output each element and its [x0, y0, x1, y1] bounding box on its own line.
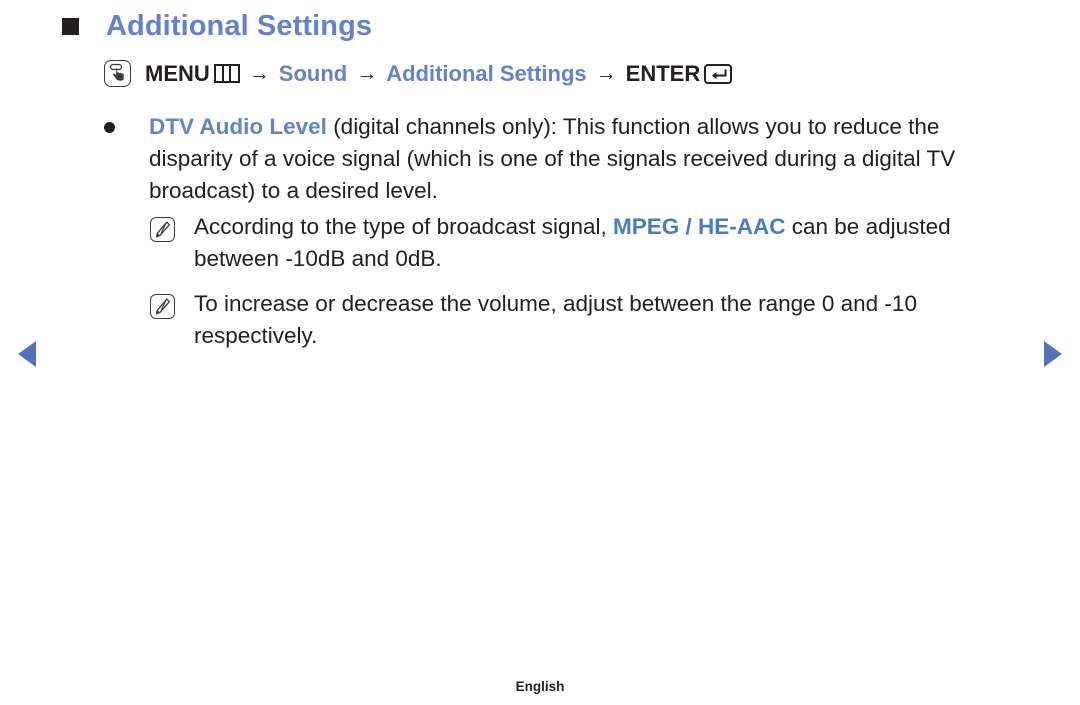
bullet-term: DTV Audio Level: [149, 114, 327, 139]
note-pen-icon: [150, 294, 175, 319]
note-text: To increase or decrease the volume, adju…: [194, 288, 1020, 352]
path-arrow-3: →: [595, 61, 617, 85]
menu-button-label: MENU: [145, 60, 210, 86]
bullet-item-dtv-audio-level: DTV Audio Level (digital channels only):…: [104, 111, 1009, 207]
note-text: According to the type of broadcast signa…: [194, 211, 1020, 275]
triangle-right-icon[interactable]: [1044, 341, 1062, 367]
round-bullet-icon: [104, 122, 115, 133]
page-title: Additional Settings: [106, 10, 373, 42]
oo-hand-press-icon: [104, 60, 131, 87]
note-pen-icon: [150, 217, 175, 242]
triangle-left-icon[interactable]: [18, 341, 36, 367]
enter-button-label: ENTER: [625, 60, 701, 86]
square-bullet-icon: [62, 18, 79, 35]
path-arrow-2: →: [356, 61, 378, 85]
note-item: To increase or decrease the volume, adju…: [150, 288, 1020, 352]
page-heading: Additional Settings: [62, 12, 372, 41]
path-arrow-1: →: [248, 61, 270, 85]
menu-path-additional-settings: Additional Settings: [386, 60, 587, 86]
menu-grid-icon: [213, 64, 240, 83]
bullet-item-text: DTV Audio Level (digital channels only):…: [149, 111, 1004, 207]
enter-key-icon: [704, 63, 733, 84]
manual-page: Additional Settings MENU → Sound → Addit…: [0, 0, 1080, 705]
note-highlight: MPEG / HE-AAC: [613, 214, 786, 239]
note-text-before: To increase or decrease the volume, adju…: [194, 291, 917, 348]
menu-path-sound: Sound: [278, 60, 348, 86]
footer-language: English: [515, 679, 565, 694]
menu-path: MENU → Sound → Additional Settings → ENT…: [104, 60, 733, 87]
note-text-before: According to the type of broadcast signa…: [194, 214, 613, 239]
note-item: According to the type of broadcast signa…: [150, 211, 1020, 275]
